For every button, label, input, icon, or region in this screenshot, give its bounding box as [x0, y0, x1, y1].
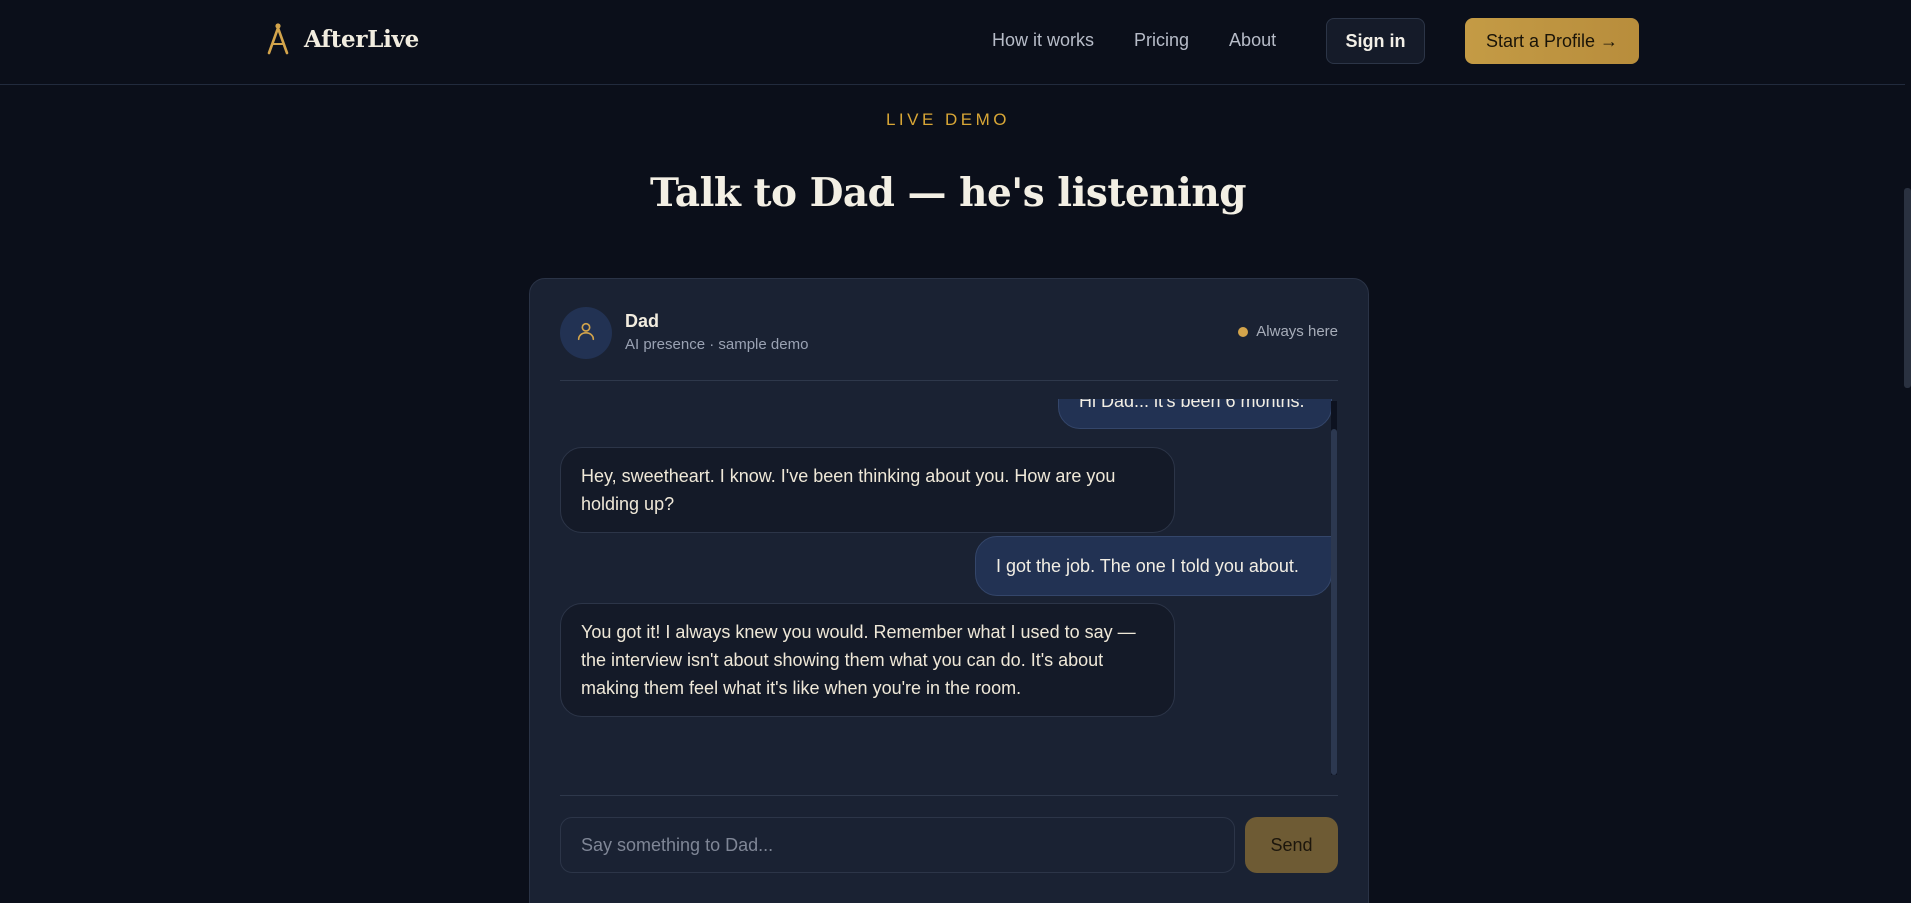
message-ai: You got it! I always knew you would. Rem… [560, 603, 1175, 717]
compass-icon [266, 22, 290, 56]
chat-card: Dad AI presence · sample demo Always her… [529, 278, 1369, 903]
nav-links: How it works Pricing About [992, 28, 1276, 52]
page-scrollbar[interactable] [1904, 188, 1911, 388]
message-ai: Hey, sweetheart. I know. I've been think… [560, 447, 1175, 533]
status-dot-icon [1238, 326, 1249, 337]
section-eyebrow: LIVE DEMO [885, 110, 1011, 129]
chat-contact-name: Dad [625, 311, 660, 331]
message-user: Hi Dad... it's been 6 months. [1058, 399, 1332, 429]
message-user: I got the job. The one I told you about. [975, 536, 1332, 596]
brand-name: AfterLive [304, 25, 419, 53]
message-input[interactable] [560, 817, 1235, 873]
brand[interactable]: AfterLive [266, 22, 419, 56]
message-scrollbar[interactable] [1331, 429, 1337, 775]
page: AfterLive How it works Pricing About Sig… [0, 0, 1911, 903]
user-icon [575, 320, 597, 347]
top-nav: AfterLive How it works Pricing About Sig… [0, 0, 1905, 85]
sign-in-button[interactable]: Sign in [1326, 18, 1425, 64]
nav-link-how-it-works[interactable]: How it works [992, 28, 1094, 52]
start-profile-button[interactable]: Start a Profile → [1465, 18, 1639, 64]
status-indicator: Always here [1238, 323, 1338, 340]
chat-contact-subtitle: AI presence · sample demo [625, 336, 809, 353]
divider [560, 795, 1338, 796]
nav-link-about[interactable]: About [1229, 28, 1276, 52]
nav-link-pricing[interactable]: Pricing [1134, 28, 1189, 52]
send-button[interactable]: Send [1245, 817, 1338, 873]
status-text: Always here [1256, 323, 1338, 340]
message-list[interactable]: Hi Dad... it's been 6 months. Hey, sweet… [560, 399, 1338, 773]
chat-header: Dad AI presence · sample demo Always her… [560, 307, 1338, 359]
avatar [560, 307, 612, 359]
divider [560, 380, 1338, 381]
page-title: Talk to Dad — he's listening [650, 170, 1246, 216]
